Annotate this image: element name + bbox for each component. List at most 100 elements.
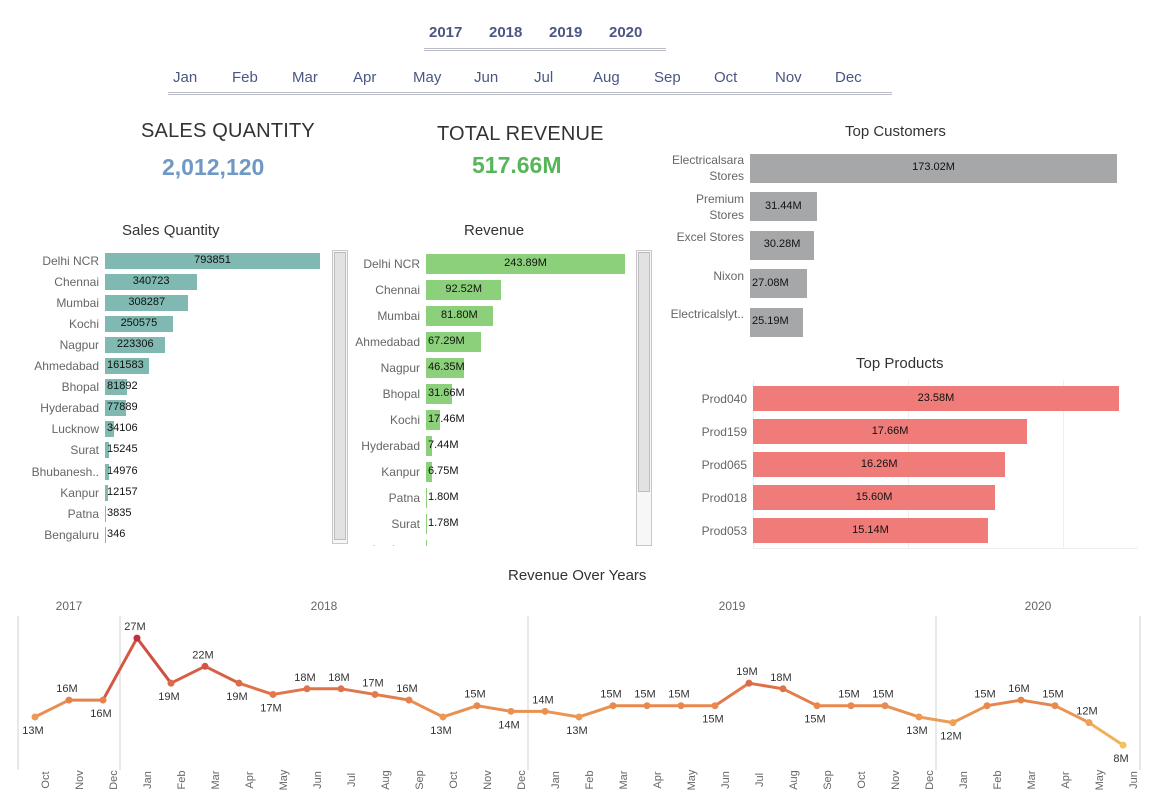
revenue-line-segment [985, 698, 1023, 708]
revenue-point-label: 15M [464, 689, 485, 701]
month-axis-label: Aug [788, 770, 800, 790]
revenue-value-label: 1.78M [428, 517, 459, 529]
sales-quantity-category-label: Bengaluru [44, 527, 99, 542]
month-nov[interactable]: Nov [775, 69, 802, 86]
revenue-point-label: 8M [1113, 753, 1128, 765]
sales-quantity-category-label: Mumbai [56, 295, 99, 310]
month-axis-label: Sep [414, 770, 426, 790]
month-axis-label: Feb [584, 771, 596, 790]
revenue-scroll-thumb[interactable] [638, 252, 650, 492]
revenue-point [167, 679, 175, 687]
sales-quantity-bar [105, 505, 107, 522]
sales-quantity-value-label: 14976 [107, 464, 138, 477]
revenue-point [983, 702, 991, 710]
revenue-line-segment [951, 704, 989, 725]
revenue-value-label: 17.46M [428, 413, 465, 425]
revenue-point-label: 15M [1042, 689, 1063, 701]
month-apr[interactable]: Apr [353, 69, 376, 86]
revenue-category-label: Mumbai [377, 309, 420, 323]
month-jun[interactable]: Jun [474, 69, 498, 86]
sales-quantity-value-label: 12157 [107, 485, 138, 498]
revenue-value-label: 7.44M [428, 439, 459, 451]
revenue-point [813, 702, 821, 710]
top-customer-value-label: 173.02M [912, 161, 955, 174]
month-axis-label: Oct [448, 771, 460, 788]
month-axis-label: Aug [380, 770, 392, 790]
month-axis-label: Jun [720, 771, 732, 789]
top-products-baseline [753, 548, 1138, 549]
month-may[interactable]: May [413, 69, 441, 86]
month-axis-label: Feb [992, 771, 1004, 790]
revenue-category-label: Ahmedabad [355, 335, 420, 349]
revenue-point [439, 713, 447, 721]
year-2019[interactable]: 2019 [549, 24, 582, 41]
top-customers-bar-chart: Electricalsara Stores 173.02M Premium Stores… [650, 148, 1140, 346]
sales-quantity-category-label: Kanpur [60, 485, 99, 500]
revenue-point [609, 702, 617, 710]
month-axis-label: Nov [74, 770, 86, 790]
revenue-bar [426, 540, 427, 546]
month-axis-label: Sep [822, 770, 834, 790]
revenue-point-label: 16M [396, 683, 417, 695]
sales-quantity-value-label: 250575 [120, 316, 158, 329]
top-product-value-label: 15.60M [855, 490, 893, 503]
top-customer-value-label: 30.28M [763, 238, 801, 251]
month-jan[interactable]: Jan [173, 69, 197, 86]
top-customer-category-label-line: Stores [709, 169, 744, 184]
revenue-point-label: 18M [294, 672, 315, 684]
revenue-value-label: 67.29M [428, 335, 465, 347]
revenue-point [473, 702, 481, 710]
revenue-line-segment [169, 664, 207, 685]
sales-quantity-kpi-value: 2,012,120 [162, 154, 265, 180]
month-jul[interactable]: Jul [534, 69, 553, 86]
revenue-over-years-title: Revenue Over Years [508, 567, 647, 584]
revenue-point-label: 22M [192, 649, 213, 661]
month-axis-label: Jan [142, 771, 154, 789]
revenue-point-label: 27M [124, 621, 145, 633]
month-aug[interactable]: Aug [593, 69, 620, 86]
revenue-category-label: Delhi NCR [363, 257, 420, 271]
top-customer-category-label-line: Electricalslyt.. [670, 307, 744, 322]
month-axis-label: Oct [40, 771, 52, 788]
revenue-point [507, 707, 515, 715]
month-sep[interactable]: Sep [654, 69, 681, 86]
revenue-point-label: 16M [90, 708, 111, 720]
top-customer-category-label: Excel Stores [677, 229, 744, 245]
revenue-point-label: 18M [770, 672, 791, 684]
top-customers-chart-title: Top Customers [845, 123, 946, 140]
month-axis-label: Dec [108, 770, 120, 790]
top-products-bar-chart: Prod040 23.58M Prod159 17.66M Prod065 16.26M P… [650, 380, 1140, 552]
revenue-line-segment [203, 664, 241, 685]
revenue-value-label: 31.66M [428, 387, 465, 399]
total-revenue-kpi-title: TOTAL REVENUE [437, 123, 604, 145]
revenue-point [847, 702, 855, 710]
revenue-line-segment [475, 704, 513, 713]
month-feb[interactable]: Feb [232, 69, 258, 86]
top-customer-value-label: 27.08M [752, 276, 789, 289]
sales-quantity-value-label: 346 [107, 527, 126, 540]
month-mar[interactable]: Mar [292, 69, 318, 86]
revenue-point-label: 13M [566, 725, 587, 737]
year-filter: 2017 2018 2019 2020 [424, 22, 666, 51]
month-axis-label: Jan [550, 771, 562, 789]
sales-quantity-category-label: Hyderabad [40, 401, 99, 416]
top-customer-category-label: Premium Stores [696, 191, 744, 223]
month-oct[interactable]: Oct [714, 69, 737, 86]
month-axis-label: Mar [618, 770, 630, 789]
revenue-category-label: Surat [391, 517, 420, 531]
month-dec[interactable]: Dec [835, 69, 862, 86]
revenue-over-years-line-chart: 2017 Oct Nov Dec 2018 Jan Feb Mar Apr May Jun Jul Au… [17, 599, 1141, 790]
year-2020[interactable]: 2020 [609, 24, 642, 41]
month-axis-label: Apr [244, 771, 256, 788]
top-product-value-label: 23.58M [917, 391, 955, 404]
sales-quantity-value-label: 3835 [107, 506, 132, 519]
year-2017[interactable]: 2017 [429, 24, 462, 41]
revenue-point [711, 702, 719, 710]
revenue-line-segment [373, 692, 411, 702]
revenue-point-label: 14M [498, 719, 519, 731]
revenue-line-segment [33, 698, 71, 719]
revenue-category-label: Lucknow [373, 542, 420, 546]
sales-quantity-category-label: Chennai [54, 274, 99, 289]
year-2018[interactable]: 2018 [489, 24, 522, 41]
top-customer-category-label-line: Electricalsara [671, 153, 744, 168]
